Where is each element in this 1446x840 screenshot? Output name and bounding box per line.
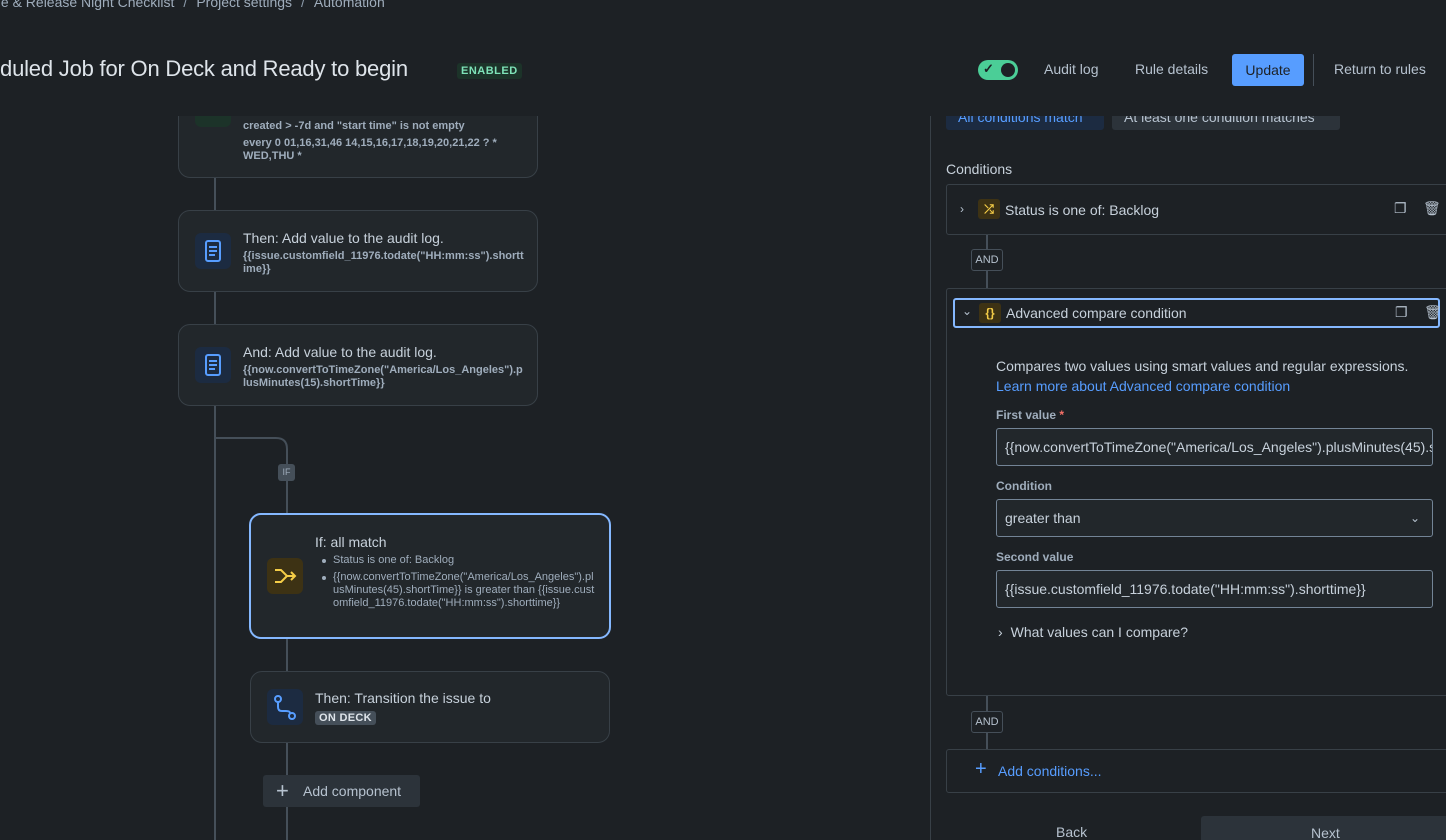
- chevron-down-icon[interactable]: ⌄: [962, 304, 972, 318]
- breadcrumb-automation[interactable]: Automation: [314, 0, 385, 10]
- braces-icon: {}: [979, 303, 1001, 323]
- condition-label-field: Condition: [996, 479, 1052, 493]
- automation-rule-editor: created > -7d and "start time" is not em…: [0, 0, 1446, 840]
- condition-select-value: greater than: [1005, 510, 1081, 526]
- condition-label: Status is one of: Backlog: [1005, 202, 1160, 218]
- header-divider: [1313, 54, 1314, 86]
- connector-line: [986, 271, 988, 288]
- add-component-button[interactable]: + Add component: [263, 775, 420, 807]
- return-to-rules-button[interactable]: Return to rules: [1334, 61, 1426, 77]
- delete-icon[interactable]: 🗑: [1424, 304, 1442, 321]
- status-badge: ENABLED: [457, 63, 522, 79]
- panel-divider: [930, 116, 931, 840]
- audit-log-icon: [195, 347, 231, 383]
- copy-icon[interactable]: ❐: [1394, 200, 1407, 217]
- audit-log-button[interactable]: Audit log: [1044, 61, 1098, 77]
- action-card-audit-log-2[interactable]: And: Add value to the audit log. {{now.c…: [178, 324, 538, 406]
- action-detail: {{now.convertToTimeZone("America/Los_Ang…: [243, 364, 523, 389]
- condition-select[interactable]: greater than ⌄: [996, 499, 1433, 537]
- connector-line: [986, 733, 988, 749]
- add-conditions-button[interactable]: + Add conditions...: [946, 749, 1446, 793]
- first-value-label: First value *: [996, 408, 1065, 422]
- if-condition-list: Status is one of: Backlog {{now.convertT…: [322, 554, 595, 614]
- page-title: eduled Job for On Deck and Ready to begi…: [0, 56, 408, 81]
- chevron-down-icon: ⌄: [1409, 511, 1420, 525]
- if-title: If: all match: [315, 534, 387, 550]
- copy-icon[interactable]: ❐: [1395, 304, 1408, 321]
- what-values-expander[interactable]: › What values can I compare?: [998, 624, 1188, 640]
- if-branch-tag: IF: [278, 464, 295, 481]
- transition-icon: [267, 689, 303, 725]
- condition-header-advanced-compare[interactable]: ⌄ {} Advanced compare condition ❐ 🗑: [953, 298, 1442, 328]
- check-icon: ✓: [983, 61, 994, 76]
- connector-line: [986, 696, 988, 711]
- and-separator: AND: [971, 711, 1003, 733]
- add-component-label: Add component: [303, 783, 402, 799]
- transition-title: Then: Transition the issue to: [315, 690, 491, 706]
- page-header: eduled Job for On Deck and Ready to begi…: [0, 40, 1446, 116]
- trigger-jql: created > -7d and "start time" is not em…: [243, 120, 465, 132]
- audit-log-icon: [195, 233, 231, 269]
- rule-enabled-toggle[interactable]: ✓: [978, 60, 1018, 80]
- connector-line: [986, 235, 988, 249]
- and-separator: AND: [971, 249, 1003, 271]
- action-card-audit-log[interactable]: Then: Add value to the audit log. {{issu…: [178, 210, 538, 292]
- plus-icon: +: [276, 778, 289, 803]
- condition-description: Compares two values using smart values a…: [996, 358, 1409, 394]
- branch-curve: [215, 437, 288, 456]
- plus-icon: +: [975, 758, 987, 780]
- breadcrumb: ine & Release Night Checklist / Project se…: [0, 0, 385, 10]
- breadcrumb-project-settings[interactable]: Project settings: [196, 0, 292, 10]
- action-title: Then: Add value to the audit log.: [243, 230, 444, 246]
- chevron-right-icon: ›: [998, 624, 1003, 640]
- breadcrumb-project[interactable]: ine & Release Night Checklist: [0, 0, 174, 10]
- shuffle-icon: ⤮: [978, 199, 1000, 219]
- first-value-field[interactable]: {{now.convertToTimeZone("America/Los_Ang…: [996, 428, 1433, 466]
- add-conditions-label: Add conditions...: [998, 763, 1102, 779]
- list-item: Status is one of: Backlog: [322, 554, 595, 567]
- condition-item-status[interactable]: › ⤮ Status is one of: Backlog ❐ 🗑: [946, 184, 1446, 235]
- action-title: And: Add value to the audit log.: [243, 344, 437, 360]
- conditions-heading: Conditions: [946, 161, 1013, 177]
- second-value-label: Second value: [996, 550, 1074, 564]
- delete-icon[interactable]: 🗑: [1423, 200, 1441, 217]
- status-lozenge: ON DECK: [315, 711, 376, 725]
- rule-details-button[interactable]: Rule details: [1135, 61, 1208, 77]
- back-button[interactable]: Back: [1056, 824, 1087, 840]
- update-button[interactable]: Update: [1232, 54, 1304, 86]
- chevron-right-icon[interactable]: ›: [960, 202, 964, 216]
- action-detail: {{issue.customfield_11976.todate("HH:mm:…: [243, 250, 524, 275]
- trigger-cron: every 0 01,16,31,46 14,15,16,17,18,19,20…: [243, 137, 497, 162]
- branch-icon: [267, 558, 303, 594]
- toggle-knob: [1001, 63, 1015, 77]
- condition-label: Advanced compare condition: [1006, 305, 1187, 321]
- action-card-transition[interactable]: Then: Transition the issue to: [250, 671, 610, 743]
- list-item: {{now.convertToTimeZone("America/Los_Ang…: [322, 571, 595, 609]
- learn-more-link[interactable]: Learn more about Advanced compare condit…: [996, 378, 1290, 394]
- next-button[interactable]: Next: [1201, 816, 1446, 840]
- second-value-field[interactable]: {{issue.customfield_11976.todate("HH:mm:…: [996, 570, 1433, 608]
